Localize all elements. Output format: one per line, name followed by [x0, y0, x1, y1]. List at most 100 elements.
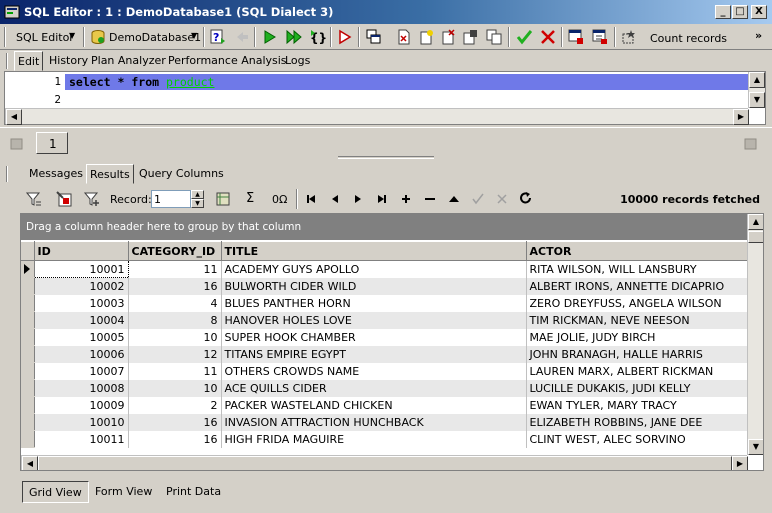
- column-header-category-id[interactable]: CATEGORY_ID: [128, 241, 222, 261]
- scroll-down-button[interactable]: ▼: [749, 92, 765, 108]
- cell-title[interactable]: PACKER WASTELAND CHICKEN: [221, 396, 527, 414]
- query-tab-1[interactable]: 1: [36, 132, 68, 154]
- execute-block-icon[interactable]: {}: [310, 29, 326, 45]
- cell-id[interactable]: 10005: [34, 328, 129, 346]
- cell-id[interactable]: 10004: [34, 311, 129, 329]
- cell-category-id[interactable]: 4: [128, 294, 222, 312]
- table-row[interactable]: 10007 11 OTHERS CROWDS NAME LAUREN MARX, AL…: [21, 362, 748, 380]
- scroll-left-button[interactable]: ◀: [6, 109, 22, 125]
- grid-settings-icon[interactable]: [56, 191, 72, 207]
- commit-icon[interactable]: [516, 29, 532, 45]
- last-record-icon[interactable]: [374, 191, 390, 207]
- debug-icon[interactable]: [337, 29, 353, 45]
- cell-category-id[interactable]: 8: [128, 311, 222, 329]
- cell-actor[interactable]: RITA WILSON, WILL LANSBURY: [526, 260, 748, 278]
- splitter-handle[interactable]: [338, 156, 434, 159]
- close-button[interactable]: X: [751, 5, 767, 19]
- cell-title[interactable]: BLUES PANTHER HORN: [221, 294, 527, 312]
- cell-actor[interactable]: MAE JOLIE, JUDY BIRCH: [526, 328, 748, 346]
- minimize-button[interactable]: _: [715, 5, 731, 19]
- table-row[interactable]: 10005 10 SUPER HOOK CHAMBER MAE JOLIE, JUDY…: [21, 328, 748, 346]
- tab-logs[interactable]: Logs: [282, 51, 313, 71]
- cell-category-id[interactable]: 10: [128, 379, 222, 397]
- cell-id[interactable]: 10010: [34, 413, 129, 431]
- cell-title[interactable]: BULWORTH CIDER WILD: [221, 277, 527, 295]
- copy-icon[interactable]: [486, 29, 502, 45]
- row-indicator[interactable]: [21, 379, 35, 397]
- column-header-title[interactable]: TITLE: [221, 241, 527, 261]
- row-indicator[interactable]: [21, 277, 35, 295]
- cell-actor[interactable]: ELIZABETH ROBBINS, JANE DEE: [526, 413, 748, 431]
- add-filter-icon[interactable]: [84, 191, 100, 207]
- row-indicator[interactable]: [21, 260, 35, 278]
- cell-title[interactable]: ACE QUILLS CIDER: [221, 379, 527, 397]
- cell-id[interactable]: 10002: [34, 277, 129, 295]
- group-by-panel[interactable]: Drag a column header here to group by th…: [21, 214, 747, 240]
- scrollbar-thumb[interactable]: [748, 231, 763, 243]
- table-row[interactable]: 10001 11 ACADEMY GUYS APOLLO RITA WILSON, W…: [21, 260, 748, 278]
- tab-history[interactable]: History: [46, 51, 91, 71]
- first-record-icon[interactable]: [303, 191, 319, 207]
- cell-category-id[interactable]: 16: [128, 413, 222, 431]
- filter-icon[interactable]: [26, 191, 42, 207]
- new-document-icon[interactable]: [396, 29, 412, 45]
- cell-actor[interactable]: EWAN TYLER, MARY TRACY: [526, 396, 748, 414]
- scroll-left-button[interactable]: ◀: [22, 456, 38, 470]
- cell-title[interactable]: TITANS EMPIRE EGYPT: [221, 345, 527, 363]
- transaction-help-icon[interactable]: ?: [210, 29, 226, 45]
- sum-icon[interactable]: Σ: [246, 191, 254, 206]
- edit-record-icon[interactable]: [446, 191, 462, 207]
- execute-icon[interactable]: [262, 29, 278, 45]
- rollback-icon[interactable]: [540, 29, 556, 45]
- cell-title[interactable]: HANOVER HOLES LOVE: [221, 311, 527, 329]
- database-dropdown[interactable]: DemoDatabase1 ▼: [88, 27, 201, 47]
- toolbar-overflow-icon[interactable]: »: [755, 29, 762, 42]
- grid-vertical-scrollbar[interactable]: ▲ ▼: [747, 214, 763, 455]
- save-document-icon[interactable]: [462, 29, 478, 45]
- execute-all-icon[interactable]: [286, 29, 302, 45]
- cell-category-id[interactable]: 2: [128, 396, 222, 414]
- record-input[interactable]: [151, 190, 191, 208]
- cell-title[interactable]: HIGH FRIDA MAGUIRE: [221, 430, 527, 448]
- tab-messages[interactable]: Messages: [26, 164, 86, 184]
- prior-record-icon[interactable]: [327, 191, 343, 207]
- table-row[interactable]: 10008 10 ACE QUILLS CIDER LUCILLE DUKAKIS, …: [21, 379, 748, 397]
- delete-document-icon[interactable]: [440, 29, 456, 45]
- scroll-up-button[interactable]: ▲: [748, 214, 763, 230]
- table-row[interactable]: 10004 8 HANOVER HOLES LOVE TIM RICKMAN, NEV…: [21, 311, 748, 329]
- column-header-id[interactable]: ID: [34, 241, 129, 261]
- cell-actor[interactable]: LUCILLE DUKAKIS, JUDI KELLY: [526, 379, 748, 397]
- table-row[interactable]: 10006 12 TITANS EMPIRE EGYPT JOHN BRANAGH, …: [21, 345, 748, 363]
- row-indicator[interactable]: [21, 294, 35, 312]
- insert-record-icon[interactable]: [398, 191, 414, 207]
- cell-id[interactable]: 10011: [34, 430, 129, 448]
- row-indicator[interactable]: [21, 311, 35, 329]
- tab-grid-view[interactable]: Grid View: [22, 481, 89, 503]
- grid-horizontal-scrollbar[interactable]: ◀ ▶: [21, 455, 748, 470]
- cell-title[interactable]: OTHERS CROWDS NAME: [221, 362, 527, 380]
- scroll-down-button[interactable]: ▼: [748, 439, 763, 455]
- editor-mode-dropdown[interactable]: SQL Editor ▼: [10, 27, 80, 47]
- next-record-icon[interactable]: [350, 191, 366, 207]
- editor-vertical-scrollbar[interactable]: ▲ ▼: [748, 72, 765, 108]
- cell-title[interactable]: INVASION ATTRACTION HUNCHBACK: [221, 413, 527, 431]
- tab-plan-analyzer[interactable]: Plan Analyzer: [88, 51, 169, 71]
- column-header-actor[interactable]: ACTOR: [526, 241, 748, 261]
- cell-id[interactable]: 10008: [34, 379, 129, 397]
- cell-category-id[interactable]: 16: [128, 430, 222, 448]
- cell-title[interactable]: SUPER HOOK CHAMBER: [221, 328, 527, 346]
- open-document-icon[interactable]: [418, 29, 434, 45]
- tab-performance-analysis[interactable]: Performance Analysis: [165, 51, 290, 71]
- table-row[interactable]: 10009 2 PACKER WASTELAND CHICKEN EWAN TYLER…: [21, 396, 748, 414]
- bookmark-icon[interactable]: [215, 191, 231, 207]
- row-indicator[interactable]: [21, 396, 35, 414]
- count-records-label[interactable]: Count records: [650, 32, 727, 45]
- row-indicator[interactable]: [21, 362, 35, 380]
- windows-icon[interactable]: [366, 29, 382, 45]
- grid-export-icon[interactable]: [592, 29, 608, 45]
- cell-actor[interactable]: LAUREN MARX, ALBERT RICKMAN: [526, 362, 748, 380]
- grid-options-icon[interactable]: [568, 29, 584, 45]
- row-indicator[interactable]: [21, 413, 35, 431]
- scroll-right-button[interactable]: ▶: [733, 109, 749, 125]
- cell-category-id[interactable]: 16: [128, 277, 222, 295]
